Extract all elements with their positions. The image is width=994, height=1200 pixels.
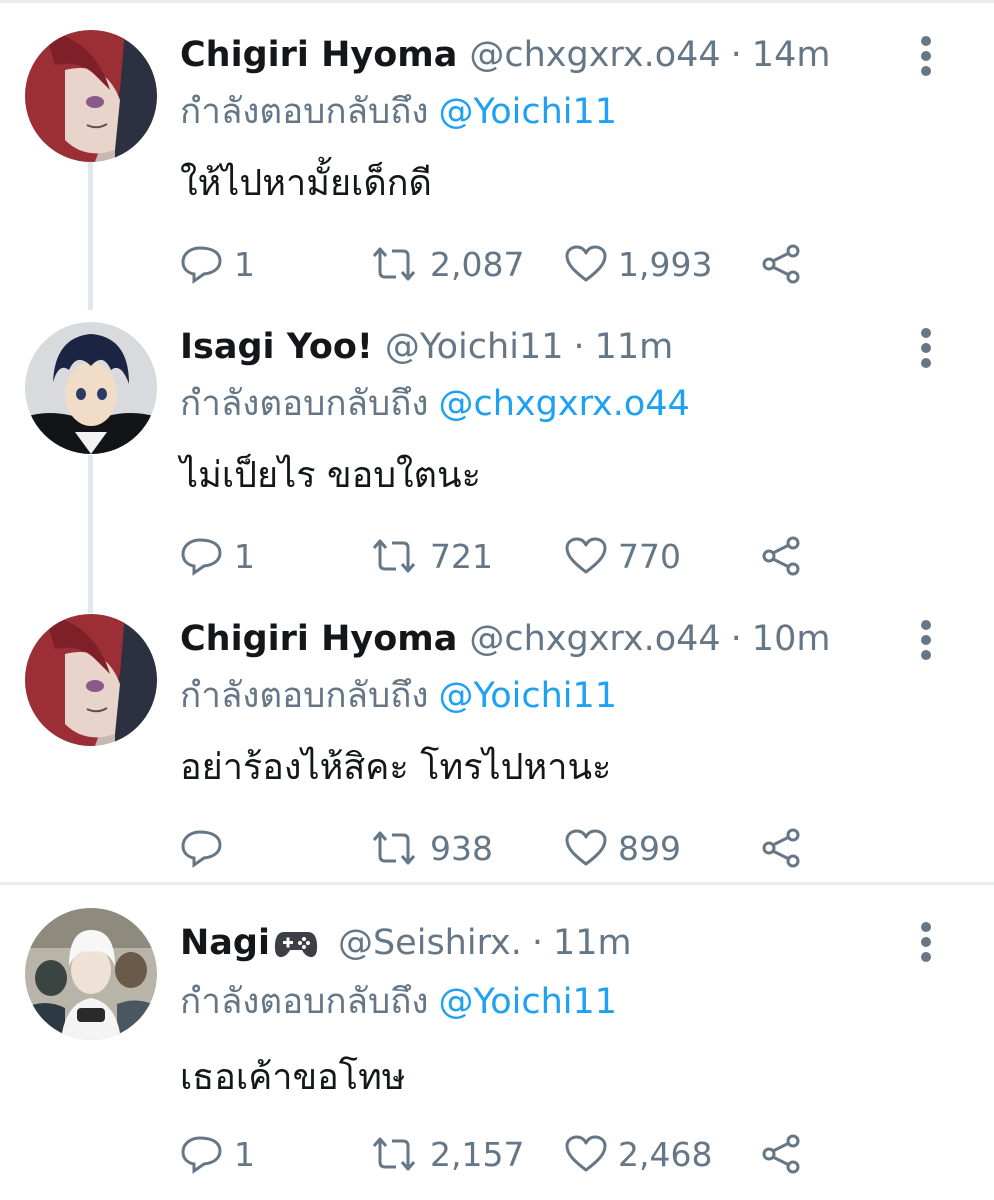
avatar[interactable] <box>25 30 157 162</box>
tweet-text: ให้ไปหามั้ยเด็กดี <box>180 163 432 204</box>
tweet[interactable]: Isagi Yoo! @Yoichi11 · 11m กำลังตอบกลับถ… <box>0 296 994 586</box>
like-button[interactable]: 2,468 <box>564 1124 712 1184</box>
avatar[interactable] <box>25 322 157 454</box>
reply-icon <box>180 828 224 868</box>
retweet-count: 721 <box>430 536 493 576</box>
reply-icon <box>180 244 224 284</box>
more-options-icon[interactable] <box>912 326 940 370</box>
like-button[interactable]: 1,993 <box>564 234 712 294</box>
timestamp[interactable]: 10m <box>752 619 831 659</box>
share-button[interactable] <box>760 526 814 586</box>
separator-dot: · <box>531 923 544 963</box>
game-controller-icon <box>274 926 318 960</box>
share-icon <box>760 828 804 868</box>
tweet-text: อย่าร้องไห้สิคะ โทรไปหานะ <box>180 747 612 788</box>
avatar[interactable] <box>25 908 157 1040</box>
tweet-actions: 938 899 <box>180 818 960 878</box>
retweet-count: 2,157 <box>430 1134 525 1174</box>
tweet[interactable]: Chigiri Hyoma @chxgxrx.o44 · 10m กำลังตอ… <box>0 588 994 878</box>
tweet-header: Isagi Yoo! @Yoichi11 · 11m <box>180 324 673 370</box>
user-handle[interactable]: @Seishirx. <box>338 923 522 963</box>
reply-button[interactable]: 1 <box>180 234 255 294</box>
display-name[interactable]: Isagi Yoo! <box>180 327 373 367</box>
separator-dot: · <box>730 619 742 659</box>
replying-label: กำลังตอบกลับถึง <box>180 384 429 424</box>
reply-count: 1 <box>234 244 255 284</box>
share-button[interactable] <box>760 818 814 878</box>
tweet-actions: 1 2,087 1,993 <box>180 234 960 294</box>
tweet-header: Chigiri Hyoma @chxgxrx.o44 · 14m <box>180 32 830 78</box>
tweet-actions: 1 2,157 2,468 <box>180 1124 960 1184</box>
tweet-header: Chigiri Hyoma @chxgxrx.o44 · 10m <box>180 616 830 662</box>
retweet-count: 2,087 <box>430 244 525 284</box>
retweet-icon <box>368 828 420 868</box>
retweet-button[interactable]: 2,157 <box>368 1124 524 1184</box>
replying-label: กำลังตอบกลับถึง <box>180 676 429 716</box>
reply-count: 1 <box>234 1134 255 1174</box>
replying-to: กำลังตอบกลับถึง @Yoichi11 <box>180 84 617 139</box>
display-name[interactable]: Chigiri Hyoma <box>180 619 457 659</box>
avatar[interactable] <box>25 614 157 746</box>
tweet[interactable]: Chigiri Hyoma @chxgxrx.o44 · 14m กำลังตอ… <box>0 4 994 294</box>
retweet-icon <box>368 1134 420 1174</box>
tweet-actions: 1 721 770 <box>180 526 960 586</box>
share-icon <box>760 536 804 576</box>
like-count: 899 <box>618 828 681 868</box>
reply-icon <box>180 1134 224 1174</box>
separator-dot: · <box>730 35 742 75</box>
like-button[interactable]: 899 <box>564 818 681 878</box>
more-options-icon[interactable] <box>912 920 940 964</box>
timestamp[interactable]: 14m <box>752 35 831 75</box>
user-handle[interactable]: @chxgxrx.o44 <box>469 619 720 659</box>
mention-link[interactable]: @Yoichi11 <box>439 982 618 1022</box>
tweet-text: เธอเค้าขอโทษ <box>180 1057 406 1098</box>
heart-icon <box>564 1134 608 1174</box>
user-handle[interactable]: @Yoichi11 <box>385 327 564 367</box>
reply-count: 1 <box>234 536 255 576</box>
heart-icon <box>564 828 608 868</box>
heart-icon <box>564 536 608 576</box>
more-options-icon[interactable] <box>912 34 940 78</box>
separator-dot: · <box>573 327 585 367</box>
retweet-icon <box>368 536 420 576</box>
top-divider <box>0 0 994 3</box>
retweet-button[interactable]: 2,087 <box>368 234 524 294</box>
retweet-button[interactable]: 938 <box>368 818 493 878</box>
retweet-button[interactable]: 721 <box>368 526 493 586</box>
user-handle[interactable]: @chxgxrx.o44 <box>469 35 720 75</box>
conversation-divider <box>0 882 994 885</box>
share-icon <box>760 244 804 284</box>
like-count: 2,468 <box>618 1134 713 1174</box>
reply-icon <box>180 536 224 576</box>
share-icon <box>760 1134 804 1174</box>
retweet-icon <box>368 244 420 284</box>
more-options-icon[interactable] <box>912 618 940 662</box>
tweet-text: ไม่เป็ยไร ขอบใตนะ <box>180 455 481 496</box>
replying-to: กำลังตอบกลับถึง @Yoichi11 <box>180 974 617 1029</box>
mention-link[interactable]: @chxgxrx.o44 <box>439 384 690 424</box>
reply-button[interactable] <box>180 818 234 878</box>
mention-link[interactable]: @Yoichi11 <box>439 92 618 132</box>
replying-label: กำลังตอบกลับถึง <box>180 92 429 132</box>
share-button[interactable] <box>760 1124 814 1184</box>
timestamp[interactable]: 11m <box>553 923 632 963</box>
replying-to: กำลังตอบกลับถึง @Yoichi11 <box>180 668 617 723</box>
like-count: 770 <box>618 536 681 576</box>
replying-label: กำลังตอบกลับถึง <box>180 982 429 1022</box>
tweet[interactable]: Nagi @Seishirx. · 11m กำลังตอบกลับถึง @Yo… <box>0 888 994 1188</box>
timestamp[interactable]: 11m <box>595 327 674 367</box>
retweet-count: 938 <box>430 828 493 868</box>
tweet-header: Nagi @Seishirx. · 11m <box>180 920 632 966</box>
replying-to: กำลังตอบกลับถึง @chxgxrx.o44 <box>180 376 690 431</box>
like-button[interactable]: 770 <box>564 526 681 586</box>
share-button[interactable] <box>760 234 814 294</box>
reply-button[interactable]: 1 <box>180 1124 255 1184</box>
mention-link[interactable]: @Yoichi11 <box>439 676 618 716</box>
reply-button[interactable]: 1 <box>180 526 255 586</box>
display-name[interactable]: Chigiri Hyoma <box>180 35 457 75</box>
heart-icon <box>564 244 608 284</box>
like-count: 1,993 <box>618 244 713 284</box>
display-name[interactable]: Nagi <box>180 923 270 963</box>
